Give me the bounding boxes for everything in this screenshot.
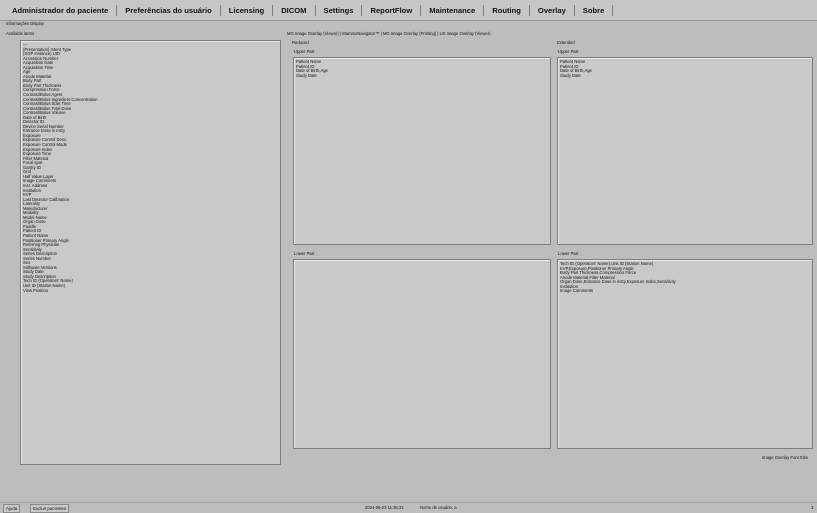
menu-patient-admin[interactable]: Administrador do paciente xyxy=(4,6,116,15)
tab-mammonavigator[interactable]: MammoNavigator™ xyxy=(342,31,379,36)
available-item[interactable]: View Position xyxy=(23,288,98,294)
image-overlay-font-size-button[interactable]: Image Overlay Font Size xyxy=(760,455,810,462)
reduced-label: Reduced xyxy=(292,40,309,45)
overlay-tabs: MG Image Overlay (Viewer) | MammoNavigat… xyxy=(287,31,491,36)
tab-mg-viewer[interactable]: MG Image Overlay (Viewer) xyxy=(287,31,339,36)
menu-overlay[interactable]: Overlay xyxy=(530,6,574,15)
reduced-lower-label: Lower Part xyxy=(294,251,315,256)
menu-routing[interactable]: Routing xyxy=(484,6,529,15)
menu-bar: Administrador do paciente Preferências d… xyxy=(0,0,817,21)
available-items-entries: --- (Presentation) Intent Type (SOP Instan… xyxy=(23,42,98,294)
tab-us-viewer[interactable]: US Image Overlay (Viewer) xyxy=(440,31,491,36)
extended-label: Extended xyxy=(557,40,575,45)
menu-settings[interactable]: Settings xyxy=(316,6,362,15)
status-username: Nome de usuário: a xyxy=(420,505,457,510)
reduced-upper-entries: Patient Name Patient ID Date of Birth,Age S… xyxy=(296,59,328,79)
available-items-label: Available items xyxy=(6,31,35,36)
reduced-upper-item[interactable]: Study Date xyxy=(296,73,328,79)
reduced-lower-list[interactable] xyxy=(293,259,551,449)
extended-lower-label: Lower Part xyxy=(558,251,579,256)
menu-maintenance[interactable]: Maintenance xyxy=(421,6,483,15)
reduced-upper-list[interactable]: Patient Name Patient ID Date of Birth,Age S… xyxy=(293,57,551,245)
menu-about[interactable]: Sobre xyxy=(575,6,613,15)
menu-user-preferences[interactable]: Preferências do usuário xyxy=(117,6,220,15)
menu-dicom[interactable]: DICOM xyxy=(273,6,314,15)
extended-lower-list[interactable]: Tech ID (Operators' Name),Unit ID (Stati… xyxy=(557,259,813,449)
reduced-upper-label: Upper Part xyxy=(294,49,315,54)
status-datetime: 2024-09-23 11:35:32 xyxy=(365,505,404,510)
section-title: Informações Display xyxy=(6,21,44,26)
extended-upper-list[interactable]: Patient Name Patient ID Date of Birth,Age S… xyxy=(557,57,813,245)
tab-mg-printing[interactable]: MG Image Overlay (Printing) xyxy=(383,31,436,36)
extended-upper-item[interactable]: Study Date xyxy=(560,73,592,79)
extended-upper-label: Upper Part xyxy=(558,49,579,54)
menu-reportflow[interactable]: ReportFlow xyxy=(362,6,420,15)
extended-upper-entries: Patient Name Patient ID Date of Birth,Age S… xyxy=(560,59,592,79)
menu-separator xyxy=(612,4,614,16)
status-corner-indicator: 3 xyxy=(811,505,814,510)
menu-licensing[interactable]: Licensing xyxy=(221,6,272,15)
status-bar: Ajuda Excluir pacientes 2024-09-23 11:35… xyxy=(0,502,817,513)
available-items-list[interactable]: --- (Presentation) Intent Type (SOP Instan… xyxy=(20,40,281,465)
extended-lower-entries: Tech ID (Operators' Name),Unit ID (Stati… xyxy=(560,261,676,294)
extended-lower-item[interactable]: Image Comments xyxy=(560,288,676,294)
